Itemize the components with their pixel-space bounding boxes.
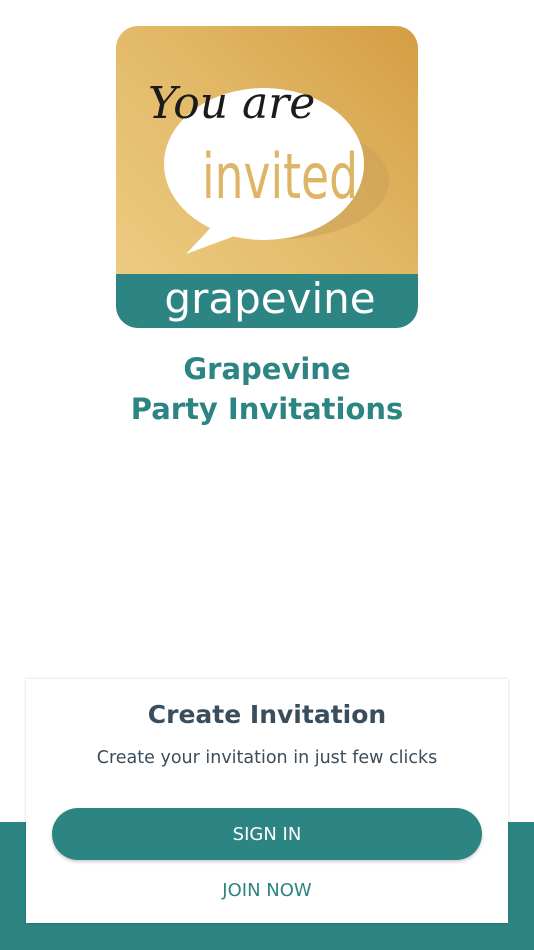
logo-invited-text: invited (202, 140, 358, 213)
logo-brand-text: grapevine (164, 274, 375, 323)
card-subtitle: Create your invitation in just few click… (96, 748, 438, 768)
logo-you-are-text: You are (148, 78, 315, 129)
sign-in-button[interactable]: SIGN IN (52, 808, 482, 860)
app-title-line1: Grapevine (183, 352, 351, 386)
join-now-link[interactable]: JOIN NOW (167, 876, 367, 906)
card-title: Create Invitation (147, 700, 387, 729)
app-logo: You are invited grapevine (116, 26, 418, 328)
app-title-line2: Party Invitations (130, 392, 404, 426)
logo-graphic: You are invited grapevine (116, 26, 418, 328)
create-invitation-card: Create Invitation Create your invitation… (26, 679, 508, 923)
app-title: Grapevine Party Invitations (0, 349, 534, 429)
